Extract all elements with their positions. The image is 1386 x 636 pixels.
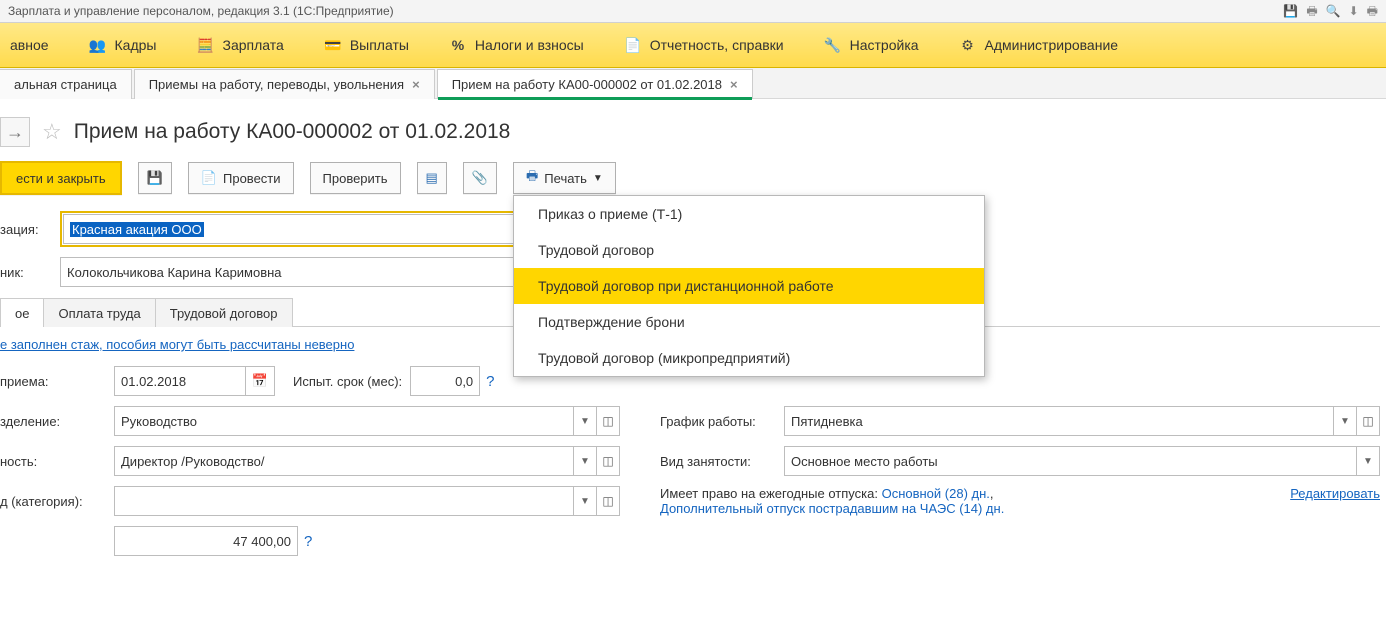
schedule-input[interactable]: Пятидневка bbox=[784, 406, 1334, 436]
save-button[interactable]: 💾 bbox=[138, 162, 172, 194]
print-button[interactable]: 🖶 Печать ▼ bbox=[513, 162, 616, 194]
page-title: Прием на работу КА00-000002 от 01.02.201… bbox=[74, 120, 511, 144]
employment-input[interactable]: Основное место работы bbox=[784, 446, 1357, 476]
category-label: д (категория): bbox=[0, 494, 114, 509]
nav-personnel[interactable]: 👥 Кадры bbox=[83, 23, 163, 67]
nav-salary[interactable]: 🧮 Зарплата bbox=[191, 23, 290, 67]
schedule-label: График работы: bbox=[660, 414, 784, 429]
subtab-main[interactable]: ое bbox=[0, 298, 44, 327]
open-ref-button[interactable]: ◫ bbox=[597, 446, 620, 476]
check-button[interactable]: Проверить bbox=[310, 162, 401, 194]
organization-input[interactable]: Красная акация ООО bbox=[63, 214, 531, 244]
edit-vacation-link[interactable]: Редактировать bbox=[1290, 486, 1380, 501]
tab-home[interactable]: альная страница bbox=[0, 69, 132, 99]
download-icon[interactable]: ⬇ bbox=[1349, 0, 1359, 22]
gear-icon: ⚙ bbox=[959, 36, 977, 54]
print-menu-item-contract[interactable]: Трудовой договор bbox=[514, 232, 984, 268]
vacation-main-link[interactable]: Основной (28) дн. bbox=[882, 486, 990, 501]
department-input[interactable]: Руководство bbox=[114, 406, 574, 436]
paperclip-icon: 📎 bbox=[472, 170, 488, 186]
post-button[interactable]: 📄 Провести bbox=[188, 162, 294, 194]
window-title: Зарплата и управление персоналом, редакц… bbox=[8, 0, 394, 22]
organization-value: Красная акация ООО bbox=[70, 222, 204, 237]
forward-button[interactable]: → bbox=[0, 117, 30, 147]
trial-input[interactable]: 0,0 bbox=[410, 366, 480, 396]
wallet-icon: 💳 bbox=[324, 36, 342, 54]
calculator-icon: 🧮 bbox=[197, 36, 215, 54]
hire-date-input[interactable]: 01.02.2018 bbox=[114, 366, 246, 396]
nav-settings[interactable]: 🔧 Настройка bbox=[818, 23, 925, 67]
window-titlebar: Зарплата и управление персоналом, редакц… bbox=[0, 0, 1386, 23]
print2-icon[interactable]: 🖶 bbox=[1367, 0, 1378, 22]
organization-label: зация: bbox=[0, 222, 60, 237]
tab-document[interactable]: Прием на работу КА00-000002 от 01.02.201… bbox=[437, 69, 753, 99]
dropdown-button[interactable]: ▼ bbox=[1357, 446, 1380, 476]
attach-button[interactable]: 📎 bbox=[463, 162, 497, 194]
search-icon[interactable]: 🔍 bbox=[1326, 0, 1341, 22]
disk-icon: 💾 bbox=[147, 170, 163, 186]
people-icon: 👥 bbox=[89, 36, 107, 54]
percent-icon: % bbox=[449, 36, 467, 54]
document-tabs: альная страница Приемы на работу, перево… bbox=[0, 68, 1386, 99]
toolbar: ести и закрыть 💾 📄 Провести Проверить ▤ … bbox=[0, 161, 1380, 195]
subtab-pay[interactable]: Оплата труда bbox=[43, 298, 155, 327]
department-label: зделение: bbox=[0, 414, 114, 429]
dropdown-button[interactable]: ▼ bbox=[574, 406, 597, 436]
dropdown-button[interactable]: ▼ bbox=[574, 446, 597, 476]
heading-row: → ☆ Прием на работу КА00-000002 от 01.02… bbox=[0, 117, 1380, 147]
trial-label: Испыт. срок (мес): bbox=[293, 374, 402, 389]
form-columns: приема: 01.02.2018 📅 Испыт. срок (мес): … bbox=[0, 366, 1380, 566]
printer-icon: 🖶 bbox=[526, 167, 538, 189]
list-icon: ▤ bbox=[426, 170, 438, 186]
employment-label: Вид занятости: bbox=[660, 454, 784, 469]
employee-label: ник: bbox=[0, 265, 60, 280]
open-ref-button[interactable]: ◫ bbox=[597, 406, 620, 436]
organization-field-focus: Красная акация ООО ▼ ◫ bbox=[60, 211, 580, 247]
dropdown-button[interactable]: ▼ bbox=[1334, 406, 1357, 436]
window-tool-icons: 💾 🖶 🔍 ⬇ 🖶 bbox=[1283, 0, 1378, 22]
vacation-add-link[interactable]: Дополнительный отпуск пострадавшим на ЧА… bbox=[660, 501, 1004, 516]
position-label: ность: bbox=[0, 454, 114, 469]
open-ref-button[interactable]: ◫ bbox=[597, 486, 620, 516]
print-menu-item-t1[interactable]: Приказ о приеме (Т-1) bbox=[514, 196, 984, 232]
subtab-contract[interactable]: Трудовой договор bbox=[155, 298, 293, 327]
nav-admin[interactable]: ⚙ Администрирование bbox=[953, 23, 1125, 67]
nav-reports[interactable]: 📄 Отчетность, справки bbox=[618, 23, 790, 67]
employee-input[interactable]: Колокольчикова Карина Каримовна bbox=[60, 257, 534, 287]
vacation-text: Имеет право на ежегодные отпуска: bbox=[660, 486, 882, 501]
nav-main[interactable]: авное bbox=[4, 23, 55, 67]
save-and-close-button[interactable]: ести и закрыть bbox=[0, 161, 122, 195]
close-icon[interactable]: × bbox=[730, 77, 738, 92]
print-menu-item-micro[interactable]: Трудовой договор (микропредприятий) bbox=[514, 340, 984, 376]
save-icon[interactable]: 💾 bbox=[1283, 0, 1298, 22]
nav-taxes[interactable]: % Налоги и взносы bbox=[443, 23, 590, 67]
wrench-icon: 🔧 bbox=[824, 36, 842, 54]
print-menu-item-booking[interactable]: Подтверждение брони bbox=[514, 304, 984, 340]
print-menu-item-remote[interactable]: Трудовой договор при дистанционной работ… bbox=[514, 268, 984, 304]
close-icon[interactable]: × bbox=[412, 77, 420, 92]
amount-input[interactable]: 47 400,00 bbox=[114, 526, 298, 556]
open-ref-button[interactable]: ◫ bbox=[1357, 406, 1380, 436]
position-input[interactable]: Директор /Руководство/ bbox=[114, 446, 574, 476]
warning-link[interactable]: е заполнен стаж, пособия могут быть расс… bbox=[0, 337, 354, 352]
tab-list[interactable]: Приемы на работу, переводы, увольнения × bbox=[134, 69, 435, 99]
favorite-icon[interactable]: ☆ bbox=[42, 119, 62, 145]
print-icon[interactable]: 🖶 bbox=[1306, 0, 1317, 22]
help-icon[interactable]: ? bbox=[486, 373, 494, 390]
nav-payments[interactable]: 💳 Выплаты bbox=[318, 23, 415, 67]
calendar-icon[interactable]: 📅 bbox=[246, 366, 275, 396]
category-input[interactable] bbox=[114, 486, 574, 516]
chevron-down-icon: ▼ bbox=[593, 173, 603, 184]
hire-date-label: приема: bbox=[0, 374, 114, 389]
list-button[interactable]: ▤ bbox=[417, 162, 447, 194]
dropdown-button[interactable]: ▼ bbox=[574, 486, 597, 516]
help-icon[interactable]: ? bbox=[304, 533, 312, 550]
print-menu: Приказ о приеме (Т-1) Трудовой договор Т… bbox=[513, 195, 985, 377]
post-icon: 📄 bbox=[201, 170, 217, 186]
main-navbar: авное 👥 Кадры 🧮 Зарплата 💳 Выплаты % Нал… bbox=[0, 23, 1386, 68]
document-icon: 📄 bbox=[624, 36, 642, 54]
